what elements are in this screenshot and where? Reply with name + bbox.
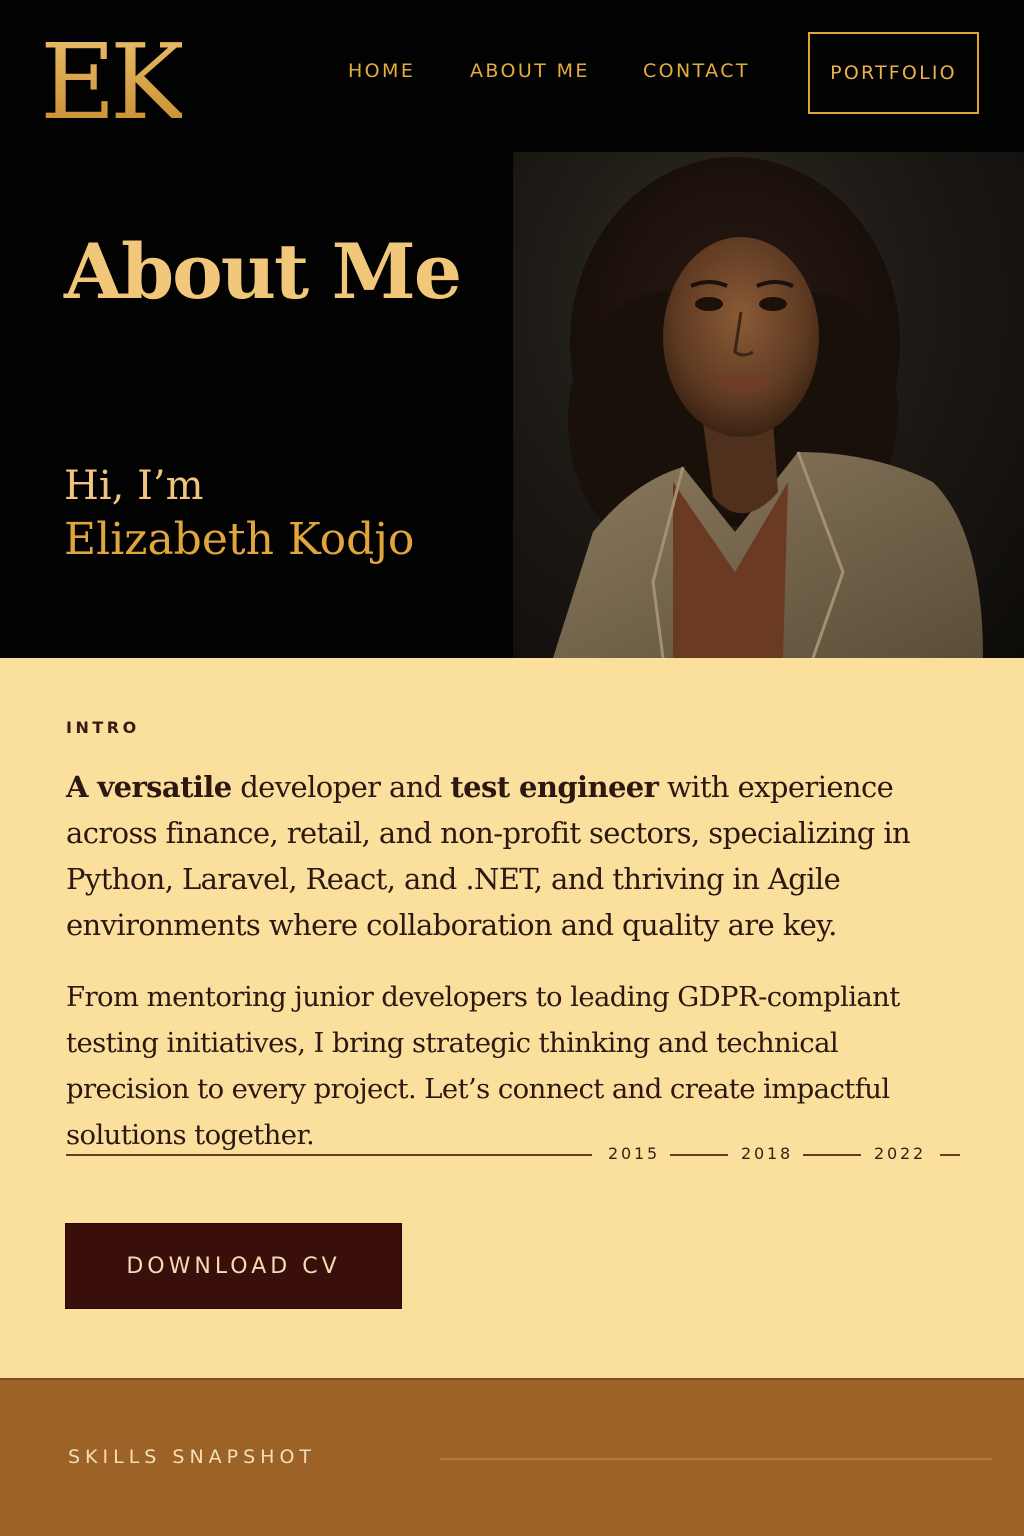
greeting-text: Hi, I’m [64,463,204,509]
timeline-line [940,1154,960,1156]
nav-contact-link[interactable]: CONTACT [643,60,750,82]
intro-highlight-versatile: A versatile [66,770,232,804]
intro-label: INTRO [66,718,140,737]
person-name: Elizabeth Kodjo [64,514,415,565]
main-nav: HOME ABOUT ME CONTACT PORTFOLIO [0,32,1024,114]
nav-about-link[interactable]: ABOUT ME [470,60,590,82]
timeline-line [66,1154,592,1156]
portfolio-button[interactable]: PORTFOLIO [808,32,979,114]
skills-heading: SKILLS SNAPSHOT [68,1446,317,1468]
intro-section: INTRO A versatile developer and test eng… [0,658,1024,1378]
skills-divider [440,1458,992,1460]
timeline-year: 2015 [608,1144,660,1163]
download-cv-button[interactable]: DOWNLOAD CV [66,1224,401,1308]
portrait-photo [513,152,1024,658]
nav-home-link[interactable]: HOME [348,60,415,82]
timeline-year: 2018 [741,1144,793,1163]
intro-paragraph-2: From mentoring junior developers to lead… [66,981,900,1151]
intro-paragraph-1: A versatile developer and test engineer … [66,764,966,948]
timeline-line [803,1154,861,1156]
portrait-illustration [553,157,983,658]
hero-section: EK HOME ABOUT ME CONTACT PORTFOLIO About… [0,0,1024,658]
page-title: About Me [64,227,462,316]
intro-text-a: developer and [231,770,451,804]
timeline: 2015 2018 2022 [66,1144,960,1166]
skills-section: SKILLS SNAPSHOT [0,1378,1024,1536]
timeline-year: 2022 [874,1144,926,1163]
intro-highlight-test-engineer: test engineer [450,770,659,804]
timeline-line [670,1154,728,1156]
